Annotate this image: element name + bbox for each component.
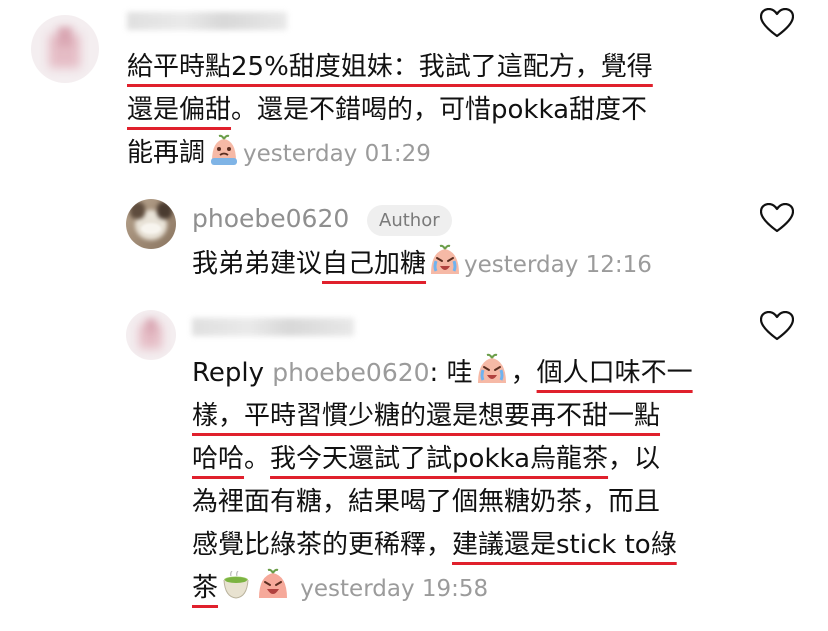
reply-text-segment: 。 xyxy=(244,444,271,474)
reply-text-segment: 為裡面有糖，結果喝了個無糖奶茶，而且 xyxy=(192,487,661,517)
comment-text: 給平時點25%甜度姐妹：我試了這配方，覺得 還是偏甜。還是不錯喝的，可惜pokk… xyxy=(127,46,653,176)
reply-text-segment: ，以 xyxy=(608,444,661,474)
reply-text-segment: 我弟弟建议 xyxy=(192,249,323,279)
underlined-text: 還是偏甜 xyxy=(127,95,232,125)
replier-name-blurred[interactable] xyxy=(192,318,354,336)
reply-timestamp: yesterday 19:58 xyxy=(300,576,489,602)
crying-emoji-icon xyxy=(256,568,290,602)
like-heart-icon[interactable] xyxy=(760,203,794,233)
like-heart-icon[interactable] xyxy=(760,311,794,341)
author-badge: Author xyxy=(367,205,452,236)
comment-text-segment: 。還是不錯喝的，可惜pokka甜度不 xyxy=(231,95,648,125)
crying-emoji-icon xyxy=(428,244,462,278)
author-avatar[interactable] xyxy=(126,199,176,249)
mention-link[interactable]: phoebe0620 xyxy=(272,358,429,387)
like-heart-icon[interactable] xyxy=(760,8,794,38)
underlined-text: 自己加糖 xyxy=(322,249,427,279)
reply-text: 我弟弟建议自己加糖 yesterday 12:16 xyxy=(192,243,652,287)
reply-label: Reply xyxy=(192,358,265,388)
reply-text-segment: 感覺比綠茶的更稀釋， xyxy=(192,530,453,560)
underlined-text: 建議還是stick to綠 xyxy=(452,530,677,560)
green-tea-emoji-icon xyxy=(220,571,252,601)
crying-emoji-icon xyxy=(207,133,241,167)
author-username[interactable]: phoebe0620 xyxy=(192,204,349,233)
commenter-avatar[interactable] xyxy=(31,15,99,83)
underlined-text: 給平時點25%甜度姐妹：我試了這配方，覺得 xyxy=(127,52,653,82)
replier-avatar[interactable] xyxy=(126,310,176,360)
crying-emoji-icon xyxy=(475,353,509,387)
commenter-name-blurred[interactable] xyxy=(127,12,287,30)
reply-text-segment: ， xyxy=(510,358,537,388)
comment-timestamp: yesterday 01:29 xyxy=(243,141,431,167)
underlined-text: 個人口味不一 xyxy=(536,358,693,388)
underlined-text: 哈哈 xyxy=(192,444,245,474)
underlined-text: 茶 xyxy=(192,573,219,603)
underlined-text: 我今天還試了試pokka烏龍茶 xyxy=(270,444,609,474)
comment-text-segment: 能再調 xyxy=(127,138,206,168)
reply-timestamp: yesterday 12:16 xyxy=(464,252,652,278)
reply-text: Reply phoebe0620: 哇 ，個人口味不一 樣，平時習慣少糖的還是想要… xyxy=(192,351,693,611)
underlined-text: 樣，平時習慣少糖的還是想要再不甜一點 xyxy=(192,401,661,431)
reply-text-segment: : 哇 xyxy=(429,358,473,388)
